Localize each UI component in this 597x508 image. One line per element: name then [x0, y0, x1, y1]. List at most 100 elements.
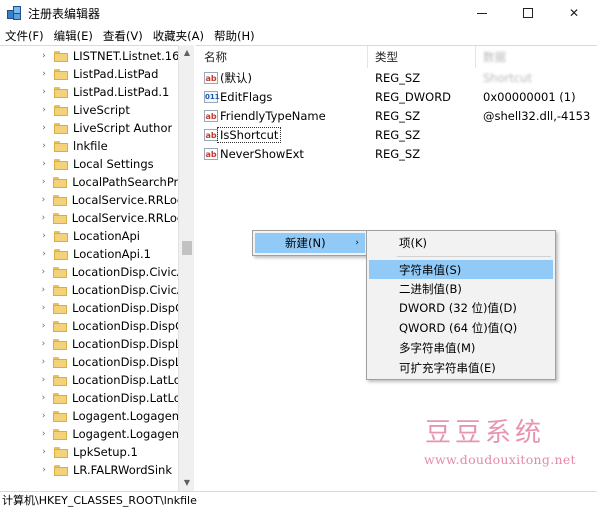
tree-item-label: Local Settings [73, 157, 154, 171]
expand-chevron-icon[interactable]: › [38, 285, 49, 295]
tree-item[interactable]: › LR.FALRWordSink [0, 461, 178, 479]
tree-item[interactable]: › LocationApi.1 [0, 245, 178, 263]
column-header-data[interactable]: 数据 [475, 46, 597, 68]
submenu-item-qword-value[interactable]: QWORD (64 位)值(Q) [369, 318, 553, 337]
tree-item-label: LocalPathSearchPro [72, 175, 178, 189]
value-type: REG_SZ [375, 108, 421, 123]
expand-chevron-icon[interactable]: › [38, 123, 50, 133]
expand-chevron-icon[interactable]: › [38, 393, 49, 403]
tree-item[interactable]: › Logagent.Logagent [0, 407, 178, 425]
expand-chevron-icon[interactable]: › [38, 321, 49, 331]
submenu-item-dword-value[interactable]: DWORD (32 位)值(D) [369, 298, 553, 317]
window-controls: ✕ [459, 0, 597, 26]
menu-favorites[interactable]: 收藏夹(A) [148, 28, 209, 44]
expand-chevron-icon[interactable]: › [38, 231, 50, 241]
menu-view[interactable]: 查看(V) [98, 28, 148, 44]
expand-chevron-icon[interactable]: › [38, 411, 49, 421]
column-header-name[interactable]: 名称 [196, 46, 367, 68]
status-path: 计算机\HKEY_CLASSES_ROOT\lnkfile [2, 494, 197, 507]
folder-icon [54, 446, 68, 458]
menu-help[interactable]: 帮助(H) [209, 28, 260, 44]
value-row[interactable]: ab NeverShowExt REG_SZ [196, 144, 597, 163]
expand-chevron-icon[interactable]: › [38, 357, 49, 367]
tree-item[interactable]: › LocationDisp.LatLon [0, 389, 178, 407]
expand-chevron-icon[interactable]: › [38, 177, 49, 187]
close-button[interactable]: ✕ [551, 0, 597, 26]
submenu-item-binary-value[interactable]: 二进制值(B) [369, 279, 553, 298]
tree-item[interactable]: › LocalPathSearchPro [0, 173, 178, 191]
expand-chevron-icon[interactable]: › [38, 339, 49, 349]
tree-item-label: Logagent.Logagent [72, 409, 178, 423]
value-row[interactable]: ab FriendlyTypeName REG_SZ @shell32.dll,-41… [196, 106, 597, 125]
value-name: NeverShowExt [220, 146, 304, 161]
tree-item[interactable]: › Logagent.Logagent [0, 425, 178, 443]
expand-chevron-icon[interactable]: › [38, 303, 49, 313]
expand-chevron-icon[interactable]: › [38, 87, 50, 97]
expand-chevron-icon[interactable]: › [38, 69, 50, 79]
maximize-button[interactable] [505, 0, 551, 26]
context-menu: 新建(N) › [252, 230, 368, 256]
key-tree[interactable]: › LISTNET.Listnet.16 › ListPad.ListPad › List… [0, 45, 194, 491]
column-header-type[interactable]: 类型 [367, 46, 475, 68]
expand-chevron-icon[interactable]: › [38, 267, 49, 277]
expand-chevron-icon[interactable]: › [38, 375, 49, 385]
tree-item[interactable]: › LpkSetup.1 [0, 443, 178, 461]
menu-edit[interactable]: 编辑(E) [49, 28, 98, 44]
tree-item[interactable]: › LocalService.RRLoca [0, 209, 178, 227]
minimize-button[interactable] [459, 0, 505, 26]
tree-item-label: LR.FALRWordSink [73, 463, 173, 477]
folder-icon [52, 392, 67, 404]
expand-chevron-icon[interactable]: › [38, 105, 50, 115]
scroll-thumb[interactable] [182, 241, 192, 255]
expand-chevron-icon[interactable]: › [38, 141, 50, 151]
tree-item-label: LocationDisp.DispCi [72, 301, 178, 315]
expand-chevron-icon[interactable]: › [38, 213, 49, 223]
expand-chevron-icon[interactable]: › [38, 159, 50, 169]
scroll-down-icon[interactable]: ▼ [179, 475, 195, 491]
expand-chevron-icon[interactable]: › [38, 51, 50, 61]
tree-item-label: LocationApi [73, 229, 141, 243]
new-menu-item[interactable]: 新建(N) › [255, 233, 365, 253]
value-row[interactable]: ab (默认) REG_SZ Shortcut [196, 68, 597, 87]
folder-icon [53, 410, 68, 422]
submenu-item-multi-string-value[interactable]: 多字符串值(M) [369, 338, 553, 357]
tree-scrollbar[interactable]: ▲ ▼ [178, 45, 194, 491]
folder-icon [54, 86, 68, 98]
value-name: EditFlags [220, 89, 273, 104]
expand-chevron-icon[interactable]: › [38, 465, 50, 475]
tree-item[interactable]: › LocationDisp.LatLon [0, 371, 178, 389]
expand-chevron-icon[interactable]: › [38, 447, 50, 457]
folder-icon [54, 104, 68, 116]
value-row[interactable]: ab IsShortcut REG_SZ [196, 125, 597, 144]
expand-chevron-icon[interactable]: › [38, 195, 49, 205]
maximize-icon [523, 8, 533, 18]
tree-item[interactable]: › LocationApi [0, 227, 178, 245]
value-row[interactable]: 011 EditFlags REG_DWORD 0x00000001 (1) [196, 87, 597, 106]
tree-item[interactable]: › LiveScript Author [0, 119, 178, 137]
tree-item[interactable]: › LocationDisp.CivicAc [0, 263, 178, 281]
tree-item-label: LocationDisp.LatLon [71, 373, 178, 387]
expand-chevron-icon[interactable]: › [38, 249, 50, 259]
value-type: REG_SZ [375, 146, 421, 161]
tree-item[interactable]: › LiveScript [0, 101, 178, 119]
tree-item[interactable]: › LocationDisp.DispLa [0, 353, 178, 371]
scroll-up-icon[interactable]: ▲ [179, 45, 195, 61]
submenu-item-string-value[interactable]: 字符串值(S) [369, 260, 553, 279]
tree-item-label: lnkfile [73, 139, 108, 153]
tree-item[interactable]: › Local Settings [0, 155, 178, 173]
tree-item[interactable]: › ListPad.ListPad [0, 65, 178, 83]
submenu-item-expandable-string-value[interactable]: 可扩充字符串值(E) [369, 358, 553, 377]
tree-item[interactable]: › LocationDisp.DispCi [0, 299, 178, 317]
folder-icon [54, 248, 68, 260]
tree-item[interactable]: › lnkfile [0, 137, 178, 155]
menu-file[interactable]: 文件(F) [0, 28, 49, 44]
tree-item[interactable]: › LocalService.RRLoca [0, 191, 178, 209]
tree-item[interactable]: › LocationDisp.CivicAc [0, 281, 178, 299]
expand-chevron-icon[interactable]: › [38, 429, 49, 439]
tree-item[interactable]: › ListPad.ListPad.1 [0, 83, 178, 101]
tree-item[interactable]: › LocationDisp.DispCi [0, 317, 178, 335]
tree-item[interactable]: › LISTNET.Listnet.16 [0, 47, 178, 65]
submenu-item-key[interactable]: 项(K) [369, 233, 553, 252]
value-type: REG_SZ [375, 127, 421, 142]
tree-item[interactable]: › LocationDisp.DispLa [0, 335, 178, 353]
